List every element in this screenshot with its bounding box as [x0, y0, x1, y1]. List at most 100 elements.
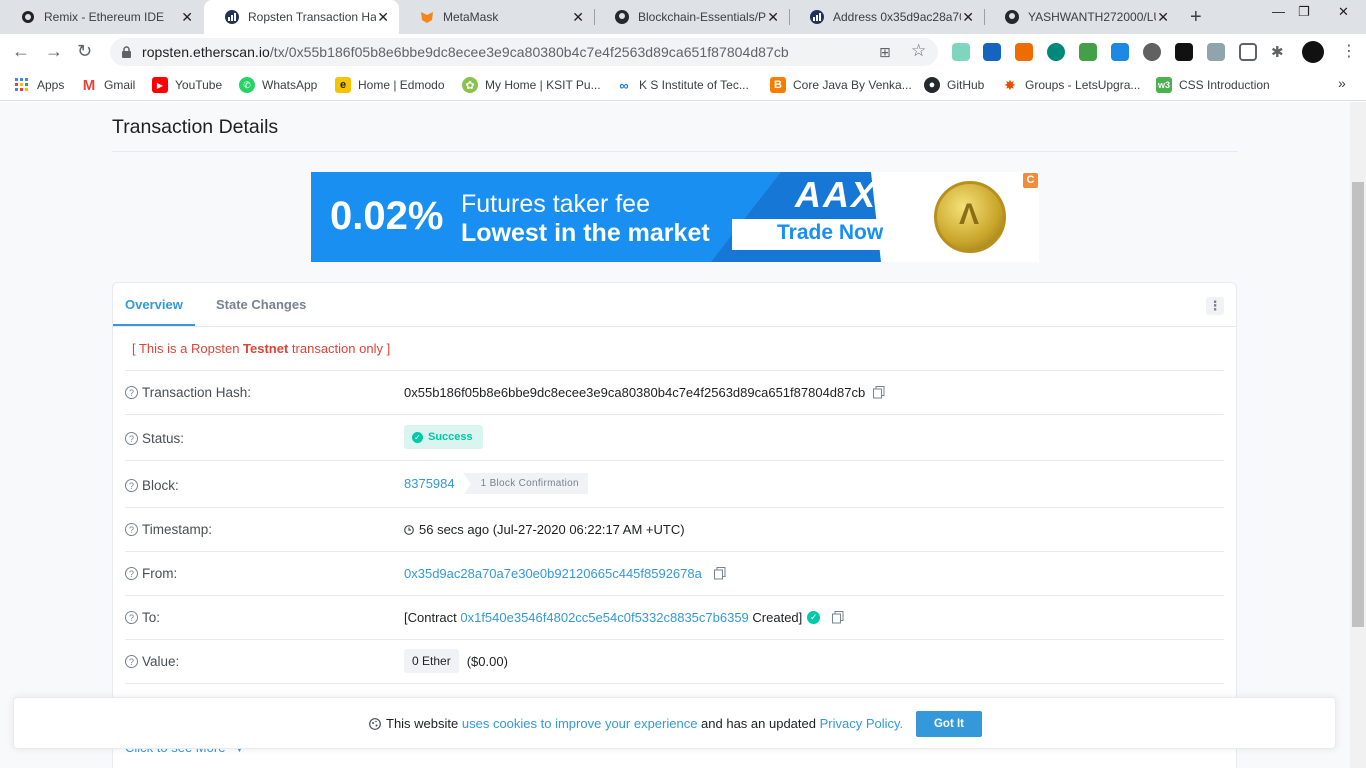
help-icon[interactable]: ? [125, 523, 138, 536]
bookmark-core-java[interactable]: B Core Java By Venka... [770, 77, 912, 93]
close-icon[interactable]: ✕ [572, 9, 584, 26]
bookmark-whatsapp[interactable]: ✆ WhatsApp [239, 77, 317, 93]
value-label: ? Value: [125, 654, 179, 669]
testnet-suffix: transaction only ] [288, 341, 391, 356]
tab-title: Address 0x35d9ac28a70 [833, 10, 961, 24]
maximize-button[interactable]: ❐ [1298, 4, 1310, 20]
tab-etherscan[interactable]: Ropsten Transaction Has ✕ [204, 0, 399, 34]
tab-github-yashwanth[interactable]: YASHWANTH272000/LU ✕ [984, 0, 1179, 34]
block-value: 8375984 1 Block Confirmation [404, 473, 588, 495]
more-bookmarks-icon[interactable]: » [1338, 75, 1346, 91]
extension-lock-icon[interactable] [1143, 43, 1161, 61]
status-value: ✓ Success [404, 425, 483, 449]
label-text: Block: [142, 478, 179, 493]
tab-title: Blockchain-Essentials/Pr [638, 10, 766, 24]
close-icon[interactable]: ✕ [181, 9, 193, 26]
help-icon[interactable]: ? [125, 655, 138, 668]
help-icon[interactable]: ? [125, 567, 138, 580]
tab-overview[interactable]: Overview [125, 297, 183, 312]
translate-icon[interactable]: ⊞ [879, 44, 891, 61]
tab-state-changes[interactable]: State Changes [216, 297, 306, 312]
remix-icon [20, 9, 36, 25]
timestamp-value: 56 secs ago (Jul-27-2020 06:22:17 AM +UT… [404, 522, 685, 537]
close-window-button[interactable]: ✕ [1338, 4, 1349, 20]
bookmark-css-intro[interactable]: w3 CSS Introduction [1156, 77, 1270, 93]
hash-label: ? Transaction Hash: [125, 385, 251, 400]
row-block: ? Block: 8375984 1 Block Confirmation [125, 460, 1224, 507]
star-icon[interactable]: ☆ [911, 41, 926, 61]
close-icon[interactable]: ✕ [377, 9, 389, 26]
cookie-policy-link[interactable]: uses cookies to improve your experience [462, 716, 698, 731]
cookie-text: and has an updated [697, 716, 820, 731]
from-address-link[interactable]: 0x35d9ac28a70a7e30e0b92120665c445f859267… [404, 566, 702, 581]
bookmark-youtube[interactable]: ▶ YouTube [152, 77, 222, 93]
contract-address-link[interactable]: 0x1f540e3546f4802cc5e54c0f5332c8835c7b63… [460, 610, 748, 625]
block-number-link[interactable]: 8375984 [404, 476, 455, 491]
extension-tools-icon[interactable] [1015, 43, 1033, 61]
to-prefix: [Contract [404, 610, 461, 625]
github-icon [614, 9, 630, 25]
tab-address[interactable]: Address 0x35d9ac28a70 ✕ [789, 0, 984, 34]
etherscan-icon [224, 9, 240, 25]
forward-arrow-icon[interactable]: → [45, 41, 63, 62]
help-icon[interactable]: ? [125, 386, 138, 399]
tab-github-blockchain[interactable]: Blockchain-Essentials/Pr ✕ [594, 0, 789, 34]
bookmark-label: Groups - LetsUpgra... [1025, 78, 1141, 92]
new-tab-button[interactable]: + [1190, 6, 1202, 29]
copy-icon[interactable] [832, 611, 844, 624]
close-icon[interactable]: ✕ [767, 9, 779, 26]
puzzle-icon[interactable]: ✱ [1271, 43, 1284, 61]
back-arrow-icon[interactable]: ← [12, 41, 30, 62]
bookmark-github[interactable]: ● GitHub [924, 77, 984, 93]
copy-icon[interactable] [873, 386, 885, 399]
testnet-notice: [ This is a Ropsten Testnet transaction … [132, 341, 390, 356]
whatsapp-icon: ✆ [239, 77, 255, 93]
menu-dots-icon[interactable]: ⋮ [1341, 41, 1357, 61]
extension-bot-icon[interactable] [1111, 43, 1129, 61]
bookmark-ksit-home[interactable]: ✿ My Home | KSIT Pu... [462, 77, 601, 93]
got-it-button[interactable]: Got It [916, 711, 982, 737]
timestamp-text: 56 secs ago (Jul-27-2020 06:22:17 AM +UT… [419, 522, 685, 537]
tab-title: MetaMask [443, 10, 499, 24]
extension-check-icon[interactable] [1175, 43, 1193, 61]
scrollbar-thumb[interactable] [1352, 182, 1364, 627]
label-text: Value: [142, 654, 180, 669]
tab-remix[interactable]: Remix - Ethereum IDE ✕ [0, 0, 203, 34]
address-bar[interactable]: ropsten.etherscan.io/tx/0x55b186f05b8e6b… [110, 38, 938, 66]
scrollbar[interactable] [1350, 102, 1366, 768]
extension-clip-icon[interactable] [952, 43, 970, 61]
label-text: Transaction Hash: [142, 385, 252, 400]
from-value: 0x35d9ac28a70a7e30e0b92120665c445f859267… [404, 566, 726, 581]
extension-search-icon[interactable] [983, 43, 1001, 61]
from-label: ? From: [125, 566, 177, 581]
bookmark-label: Apps [37, 78, 65, 92]
privacy-policy-link[interactable]: Privacy Policy. [820, 716, 904, 731]
row-value: ? Value: 0 Ether ($0.00) [125, 639, 1224, 683]
bookmark-edmodo[interactable]: e Home | Edmodo [335, 77, 445, 93]
bookmark-apps[interactable]: Apps [14, 77, 64, 93]
adchoices-icon[interactable]: C [1023, 173, 1038, 188]
bookmark-ksit-institute[interactable]: ∞ K S Institute of Tec... [616, 77, 748, 93]
ad-banner[interactable]: 0.02% Futures taker fee Lowest in the ma… [311, 172, 1039, 262]
extension-star-icon[interactable] [1047, 43, 1065, 61]
extension-image-icon[interactable] [1079, 43, 1097, 61]
extension-window-icon[interactable] [1207, 43, 1225, 61]
reload-icon[interactable]: ↻ [77, 41, 92, 62]
bookmark-gmail[interactable]: M Gmail [81, 77, 136, 94]
to-value: [Contract 0x1f540e3546f4802cc5e54c0f5332… [404, 610, 844, 625]
minimize-button[interactable]: — [1272, 4, 1285, 19]
ad-subheadline: Lowest in the market [461, 219, 710, 247]
close-icon[interactable]: ✕ [962, 9, 974, 26]
tab-metamask[interactable]: MetaMask ✕ [399, 0, 594, 34]
avatar[interactable] [1302, 41, 1324, 63]
bookmark-letsupgrade[interactable]: ✸ Groups - LetsUpgra... [1002, 77, 1140, 93]
ad-trade-now-button[interactable]: Trade Now [777, 221, 883, 245]
help-icon[interactable]: ? [125, 479, 138, 492]
copy-icon[interactable] [713, 567, 726, 580]
ether-amount: 0 Ether [404, 649, 459, 673]
more-options-icon[interactable]: ⋮ [1206, 297, 1224, 315]
shield-icon[interactable] [1239, 43, 1257, 61]
close-icon[interactable]: ✕ [1157, 9, 1169, 26]
help-icon[interactable]: ? [125, 611, 138, 624]
help-icon[interactable]: ? [125, 432, 138, 445]
